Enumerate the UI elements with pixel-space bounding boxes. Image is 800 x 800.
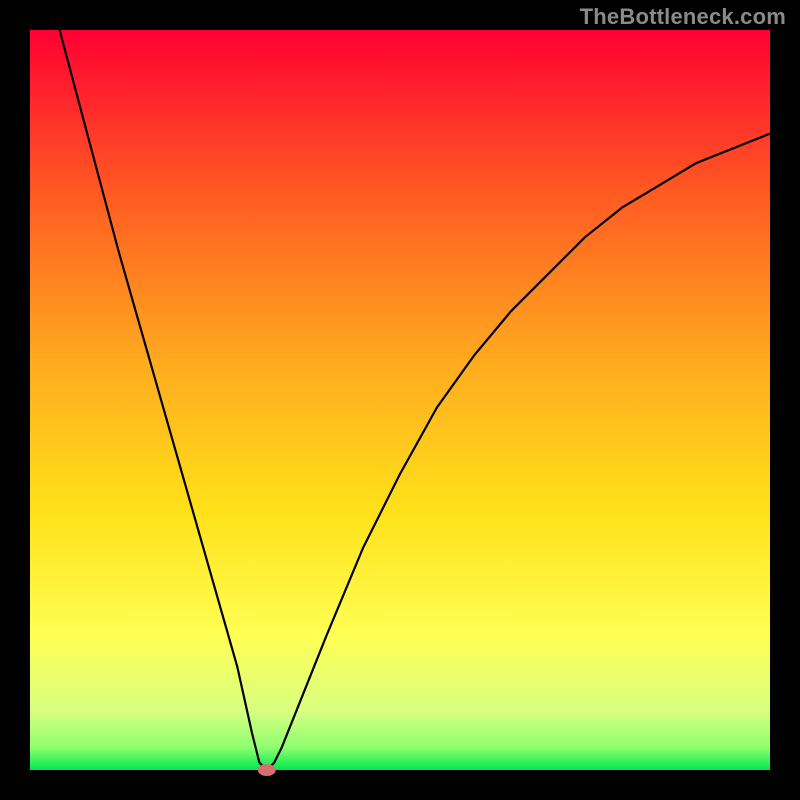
- optimal-marker: [258, 764, 276, 776]
- watermark-text: TheBottleneck.com: [580, 4, 786, 30]
- figure-frame: TheBottleneck.com: [0, 0, 800, 800]
- chart-svg: [0, 0, 800, 800]
- plot-background: [30, 30, 770, 770]
